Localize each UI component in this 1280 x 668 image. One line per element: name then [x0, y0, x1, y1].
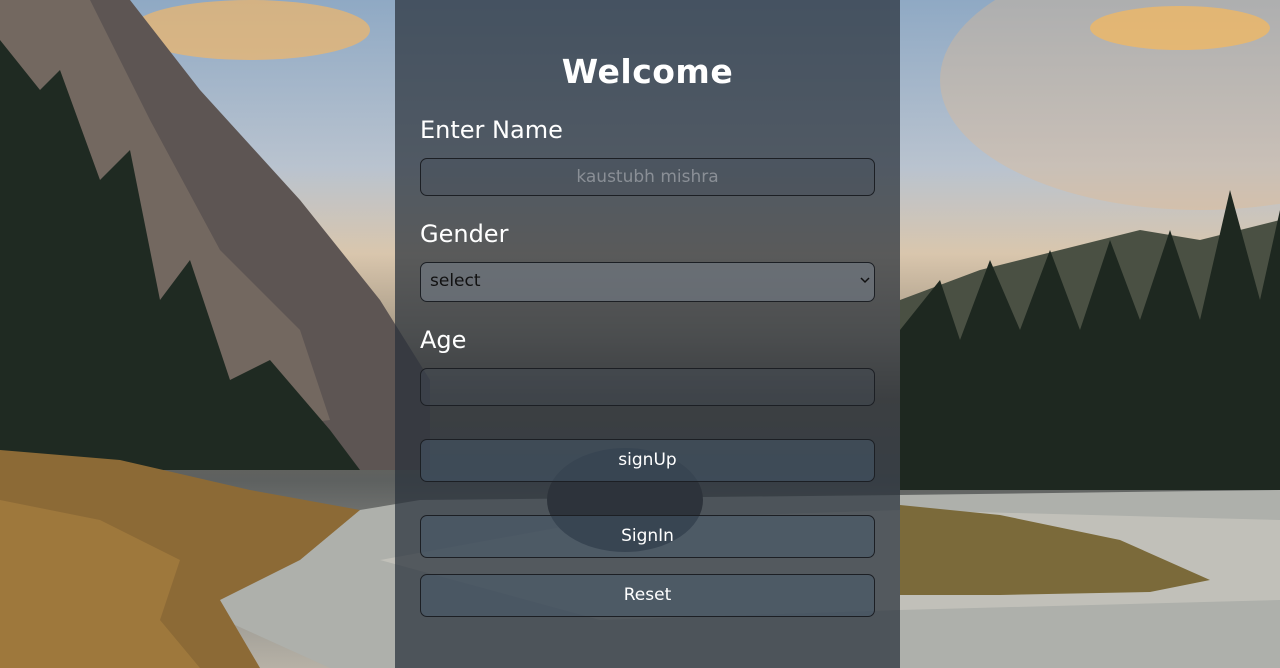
reset-button[interactable]: Reset — [420, 574, 875, 617]
gender-label: Gender — [420, 220, 509, 248]
login-panel: Welcome Enter Name Gender select Age sig… — [395, 0, 900, 668]
name-input[interactable] — [420, 158, 875, 196]
page-title: Welcome — [561, 52, 734, 91]
chevron-down-icon — [860, 277, 870, 284]
signin-button[interactable]: SignIn — [420, 515, 875, 558]
signup-button[interactable]: signUp — [420, 439, 875, 482]
name-label: Enter Name — [420, 116, 563, 144]
gender-select-value: select — [430, 271, 481, 291]
gender-select[interactable]: select — [420, 262, 875, 302]
age-input[interactable] — [420, 368, 875, 406]
age-label: Age — [420, 326, 467, 354]
